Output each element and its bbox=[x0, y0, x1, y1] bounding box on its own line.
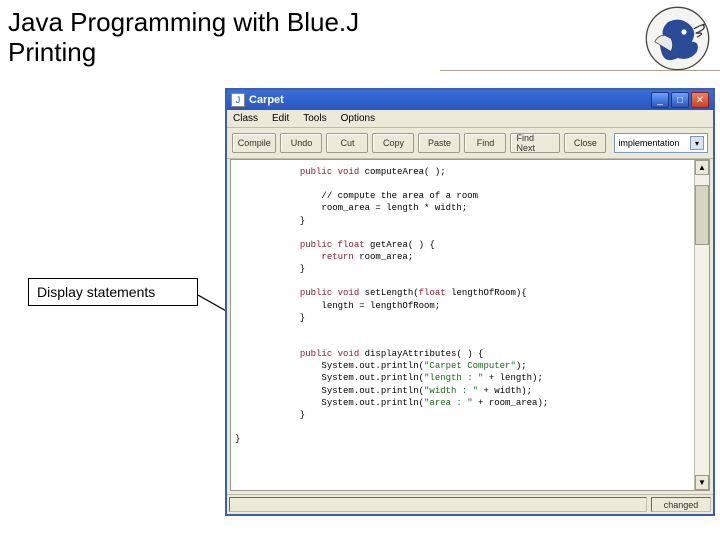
scroll-down-button[interactable]: ▼ bbox=[695, 475, 709, 490]
view-dropdown-value: implementation bbox=[618, 138, 679, 148]
window-icon: J bbox=[231, 93, 245, 107]
code-editor[interactable]: public void computeArea( ); // compute t… bbox=[231, 160, 694, 490]
view-dropdown[interactable]: implementation ▾ bbox=[614, 133, 708, 153]
titlebar[interactable]: J Carpet _ □ ✕ bbox=[227, 90, 713, 110]
menu-tools[interactable]: Tools bbox=[303, 113, 326, 124]
chevron-down-icon: ▾ bbox=[690, 136, 704, 150]
cut-button[interactable]: Cut bbox=[326, 133, 368, 153]
findnext-button[interactable]: Find Next bbox=[510, 133, 560, 153]
scroll-track[interactable] bbox=[695, 175, 709, 475]
undo-button[interactable]: Undo bbox=[280, 133, 322, 153]
bluej-editor-window: J Carpet _ □ ✕ Class Edit Tools Options … bbox=[225, 88, 715, 516]
slide-title: Java Programming with Blue.JPrinting bbox=[8, 8, 359, 68]
find-button[interactable]: Find bbox=[464, 133, 506, 153]
compile-button[interactable]: Compile bbox=[232, 133, 276, 153]
copy-button[interactable]: Copy bbox=[372, 133, 414, 153]
close-window-button[interactable]: ✕ bbox=[691, 92, 709, 108]
callout-display-statements: Display statements bbox=[28, 278, 198, 306]
menu-class[interactable]: Class bbox=[233, 113, 258, 124]
status-message bbox=[229, 497, 647, 512]
scroll-thumb[interactable] bbox=[695, 185, 709, 245]
menu-edit[interactable]: Edit bbox=[272, 113, 289, 124]
close-button[interactable]: Close bbox=[564, 133, 606, 153]
title-underline bbox=[440, 70, 720, 71]
bluej-logo bbox=[645, 6, 710, 71]
menu-options[interactable]: Options bbox=[341, 113, 375, 124]
toolbar: Compile Undo Cut Copy Paste Find Find Ne… bbox=[227, 128, 713, 159]
statusbar: changed bbox=[227, 494, 713, 514]
vertical-scrollbar[interactable]: ▲ ▼ bbox=[694, 160, 709, 490]
window-title: Carpet bbox=[249, 94, 651, 106]
menubar: Class Edit Tools Options bbox=[227, 110, 713, 128]
minimize-button[interactable]: _ bbox=[651, 92, 669, 108]
paste-button[interactable]: Paste bbox=[418, 133, 460, 153]
status-changed: changed bbox=[651, 497, 711, 512]
maximize-button[interactable]: □ bbox=[671, 92, 689, 108]
scroll-up-button[interactable]: ▲ bbox=[695, 160, 709, 175]
